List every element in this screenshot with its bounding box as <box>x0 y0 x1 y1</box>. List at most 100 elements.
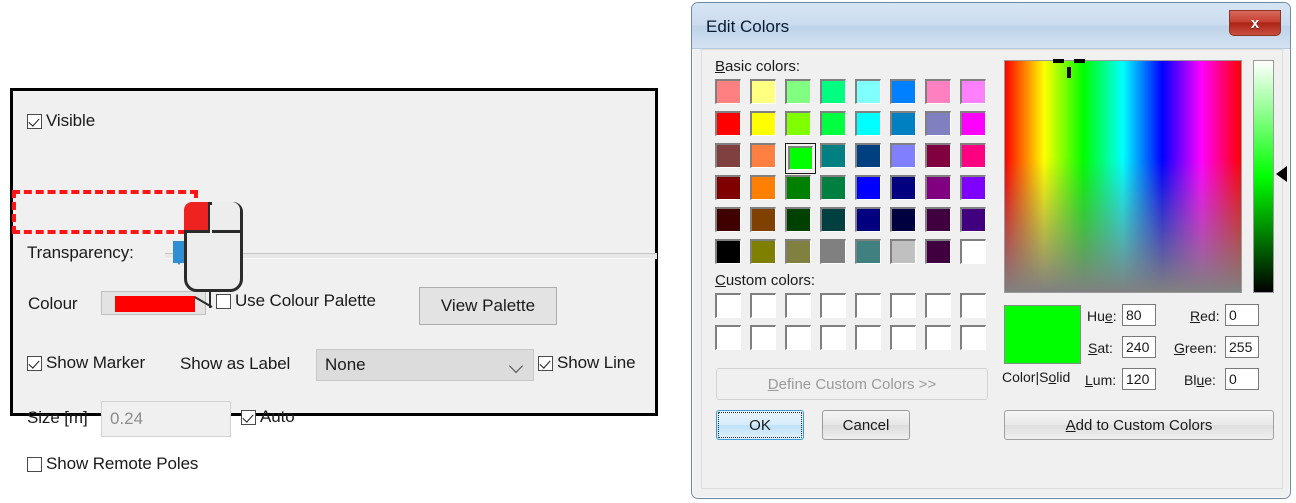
basic-color-swatch[interactable] <box>750 79 785 111</box>
luminance-slider[interactable] <box>1253 60 1274 293</box>
color-solid-preview[interactable] <box>1004 305 1081 364</box>
visible-checkbox-row[interactable]: Visible <box>27 111 95 131</box>
dialog-titlebar[interactable]: Edit Colors x <box>692 3 1290 49</box>
close-icon[interactable]: x <box>1229 10 1281 36</box>
basic-color-swatch[interactable] <box>750 239 785 271</box>
show-marker-row[interactable]: Show Marker <box>27 353 145 373</box>
basic-color-swatch[interactable] <box>715 175 750 207</box>
basic-color-swatch[interactable] <box>785 79 820 111</box>
basic-color-swatch[interactable] <box>820 239 855 271</box>
custom-color-swatch[interactable] <box>820 293 855 325</box>
basic-color-swatch[interactable] <box>925 175 960 207</box>
basic-color-swatch[interactable] <box>785 239 820 271</box>
basic-color-swatch[interactable] <box>750 207 785 239</box>
use-colour-palette-checkbox[interactable] <box>216 293 231 309</box>
view-palette-button[interactable]: View Palette <box>419 287 557 325</box>
hue-input[interactable]: 80 <box>1122 304 1156 326</box>
basic-color-swatch[interactable] <box>750 111 785 143</box>
basic-color-swatch[interactable] <box>750 175 785 207</box>
basic-color-swatch[interactable] <box>890 143 925 175</box>
green-input[interactable]: 255 <box>1225 336 1259 358</box>
show-line-row[interactable]: Show Line <box>538 353 636 373</box>
basic-color-swatch[interactable] <box>890 175 925 207</box>
custom-color-swatch[interactable] <box>820 325 855 357</box>
basic-color-swatch[interactable] <box>890 79 925 111</box>
custom-color-swatch[interactable] <box>715 293 750 325</box>
basic-color-swatch[interactable] <box>820 175 855 207</box>
basic-color-swatch[interactable] <box>715 143 750 175</box>
add-to-custom-colors-button[interactable]: Add to Custom Colors <box>1004 410 1274 440</box>
custom-color-swatch[interactable] <box>750 325 785 357</box>
custom-color-swatch[interactable] <box>960 293 995 325</box>
basic-color-swatch[interactable] <box>855 79 890 111</box>
basic-color-swatch[interactable] <box>855 239 890 271</box>
basic-color-swatch[interactable] <box>960 79 995 111</box>
basic-colors-grid[interactable] <box>715 79 995 271</box>
basic-color-swatch[interactable] <box>925 111 960 143</box>
ok-button[interactable]: OK <box>716 410 804 440</box>
basic-color-swatch[interactable] <box>820 143 855 175</box>
basic-color-swatch[interactable] <box>785 207 820 239</box>
cancel-button[interactable]: Cancel <box>822 410 910 440</box>
basic-color-swatch[interactable] <box>820 79 855 111</box>
show-line-checkbox[interactable] <box>538 355 553 371</box>
basic-color-swatch[interactable] <box>960 111 995 143</box>
basic-color-swatch[interactable] <box>785 143 816 174</box>
basic-color-swatch[interactable] <box>855 207 890 239</box>
custom-color-swatch[interactable] <box>960 325 995 357</box>
custom-color-swatch[interactable] <box>890 293 925 325</box>
basic-color-swatch[interactable] <box>785 111 820 143</box>
use-colour-palette-row[interactable]: Use Colour Palette <box>216 291 376 311</box>
show-as-label-select[interactable]: None <box>316 349 534 381</box>
auto-checkbox[interactable] <box>241 409 256 425</box>
show-remote-poles-checkbox[interactable] <box>27 456 42 472</box>
basic-color-swatch[interactable] <box>960 143 995 175</box>
basic-color-swatch[interactable] <box>715 79 750 111</box>
custom-color-swatch[interactable] <box>785 293 820 325</box>
auto-row[interactable]: Auto <box>241 407 295 427</box>
basic-color-swatch[interactable] <box>855 111 890 143</box>
basic-color-swatch[interactable] <box>890 239 925 271</box>
basic-color-swatch[interactable] <box>960 207 995 239</box>
basic-color-swatch[interactable] <box>925 239 960 271</box>
size-input[interactable]: 0.24 <box>101 401 231 437</box>
basic-color-swatch[interactable] <box>925 207 960 239</box>
red-input[interactable]: 0 <box>1225 304 1259 326</box>
basic-color-swatch[interactable] <box>890 207 925 239</box>
basic-color-swatch[interactable] <box>785 175 820 207</box>
basic-color-swatch[interactable] <box>960 175 995 207</box>
basic-color-swatch[interactable] <box>715 111 750 143</box>
basic-color-swatch[interactable] <box>960 239 995 271</box>
basic-color-swatch[interactable] <box>750 143 785 175</box>
transparency-slider-track[interactable] <box>165 253 657 259</box>
basic-color-swatch[interactable] <box>855 143 890 175</box>
define-custom-colors-button[interactable]: Define Custom Colors >> <box>716 368 988 400</box>
blue-input[interactable]: 0 <box>1225 368 1259 390</box>
basic-color-swatch[interactable] <box>855 175 890 207</box>
color-spectrum-picker[interactable] <box>1004 59 1242 293</box>
basic-color-swatch[interactable] <box>925 143 960 175</box>
basic-color-swatch[interactable] <box>890 111 925 143</box>
transparency-slider-thumb[interactable] <box>173 241 186 265</box>
custom-color-swatch[interactable] <box>785 325 820 357</box>
custom-colors-grid[interactable] <box>715 293 995 357</box>
luminance-slider-arrow[interactable] <box>1276 166 1287 182</box>
basic-color-swatch[interactable] <box>715 207 750 239</box>
custom-color-swatch[interactable] <box>925 293 960 325</box>
basic-color-swatch[interactable] <box>715 239 750 271</box>
show-marker-checkbox[interactable] <box>27 355 42 371</box>
custom-color-swatch[interactable] <box>855 325 890 357</box>
custom-color-swatch[interactable] <box>855 293 890 325</box>
custom-color-swatch[interactable] <box>750 293 785 325</box>
custom-color-swatch[interactable] <box>715 325 750 357</box>
lum-input[interactable]: 120 <box>1122 368 1156 390</box>
basic-color-swatch[interactable] <box>820 207 855 239</box>
sat-input[interactable]: 240 <box>1122 336 1156 358</box>
custom-color-swatch[interactable] <box>890 325 925 357</box>
visible-checkbox[interactable] <box>27 113 42 129</box>
custom-color-swatch[interactable] <box>925 325 960 357</box>
basic-color-swatch[interactable] <box>820 111 855 143</box>
basic-color-swatch[interactable] <box>925 79 960 111</box>
show-remote-poles-row[interactable]: Show Remote Poles <box>27 454 198 474</box>
colour-swatch-button[interactable] <box>101 291 206 315</box>
